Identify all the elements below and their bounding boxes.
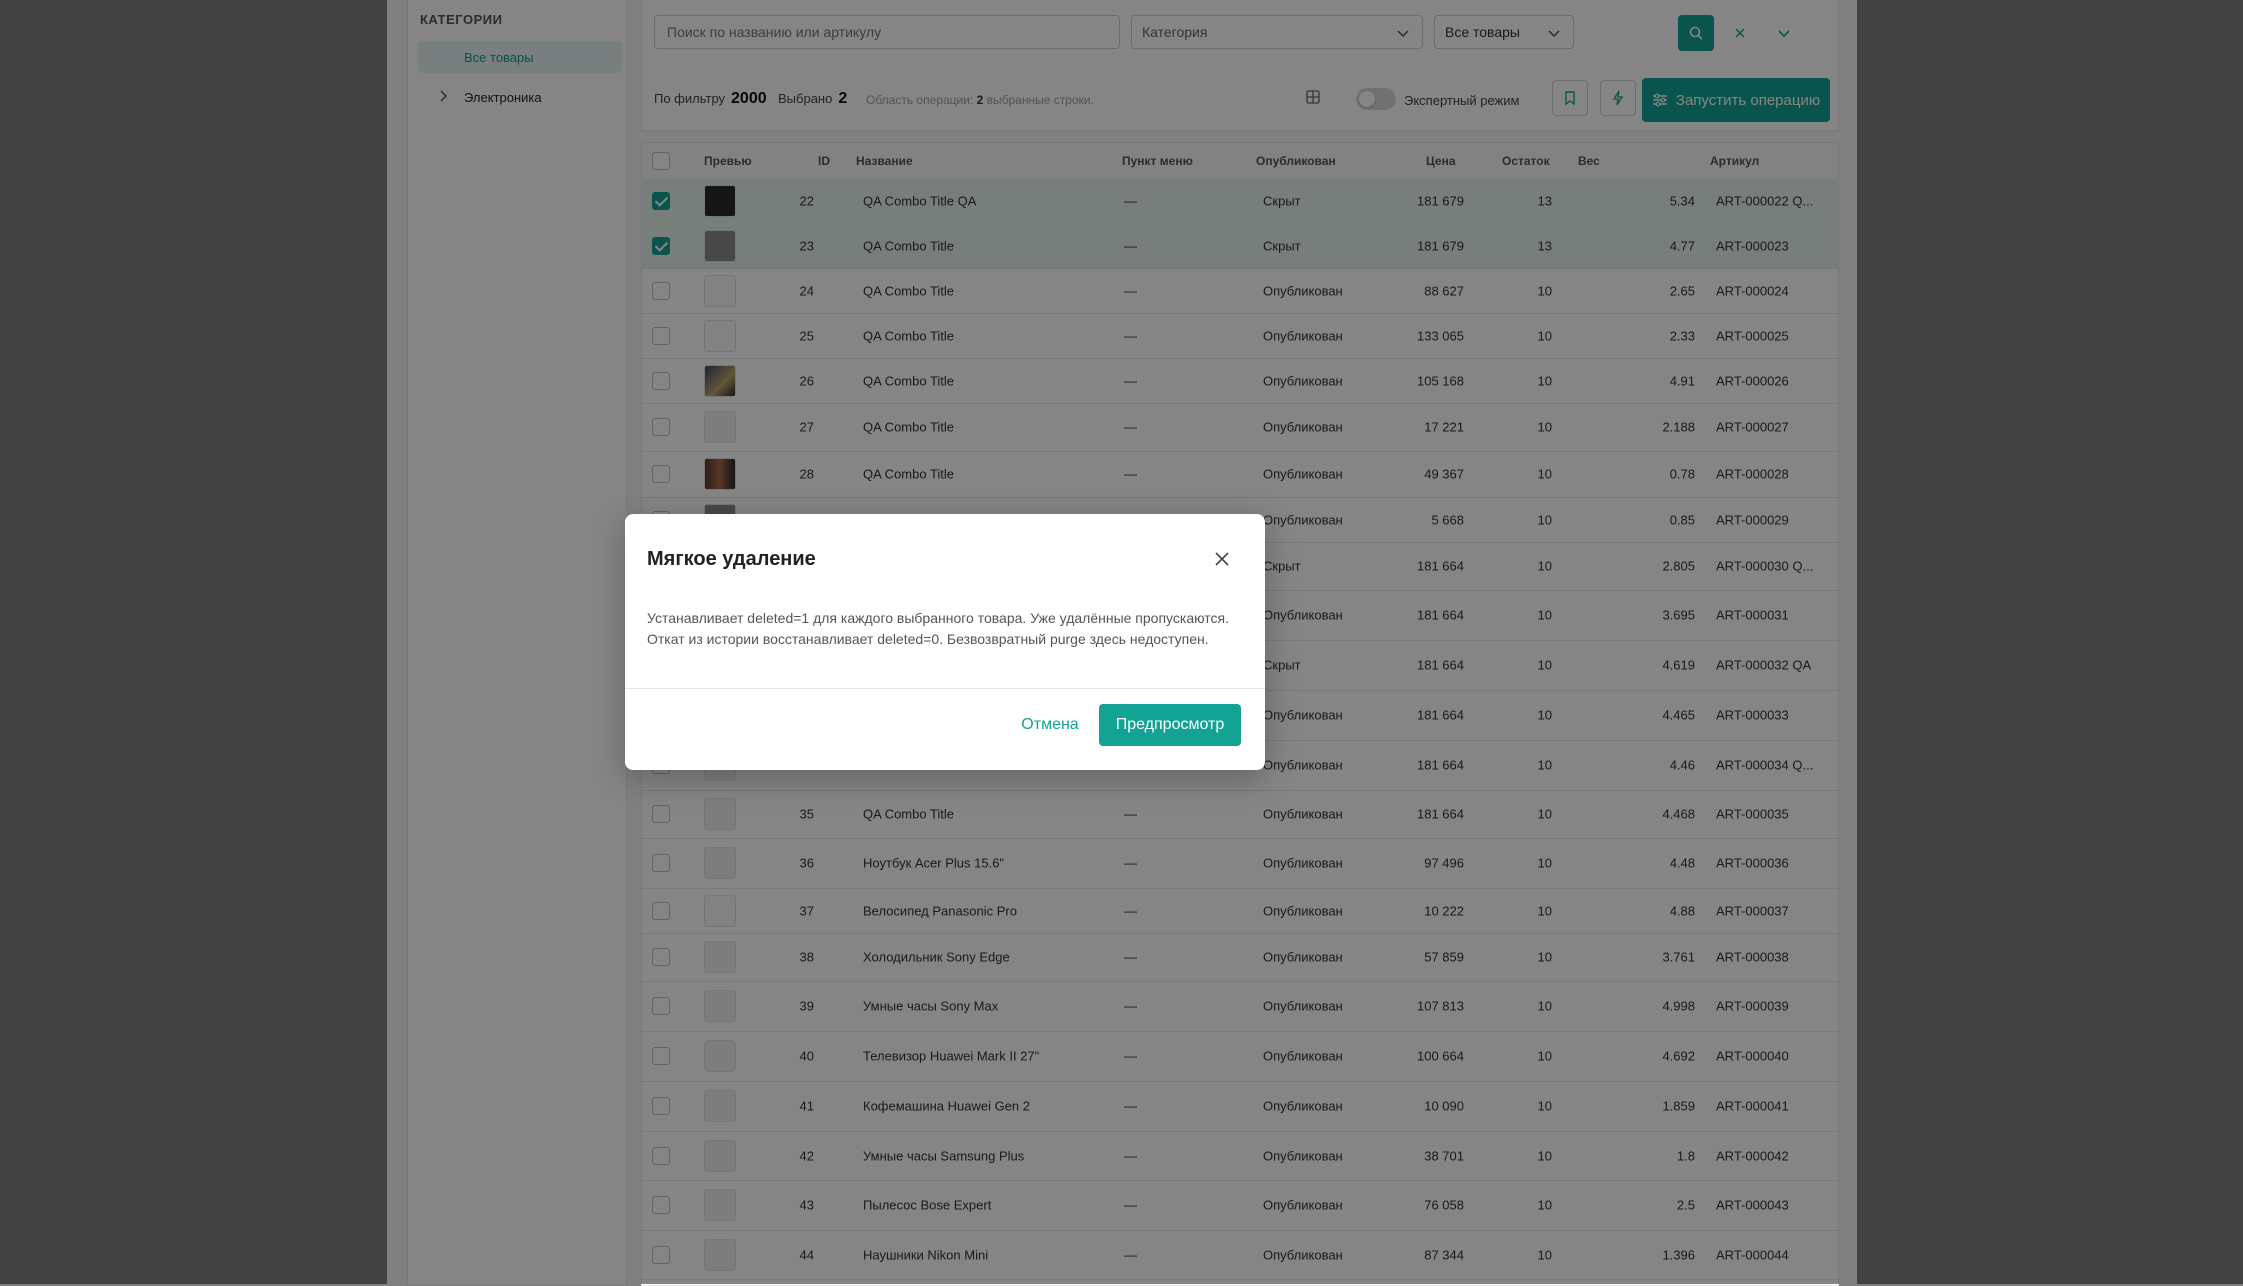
close-icon[interactable] [1211,548,1233,570]
dialog-divider [625,688,1265,689]
dialog-title: Мягкое удаление [647,548,816,570]
cancel-button[interactable]: Отмена [1009,704,1091,746]
preview-button[interactable]: Предпросмотр [1099,704,1241,746]
soft-delete-dialog: Мягкое удаление Устанавливает deleted=1 … [625,514,1265,770]
dialog-body: Устанавливает deleted=1 для каждого выбр… [647,610,1230,647]
